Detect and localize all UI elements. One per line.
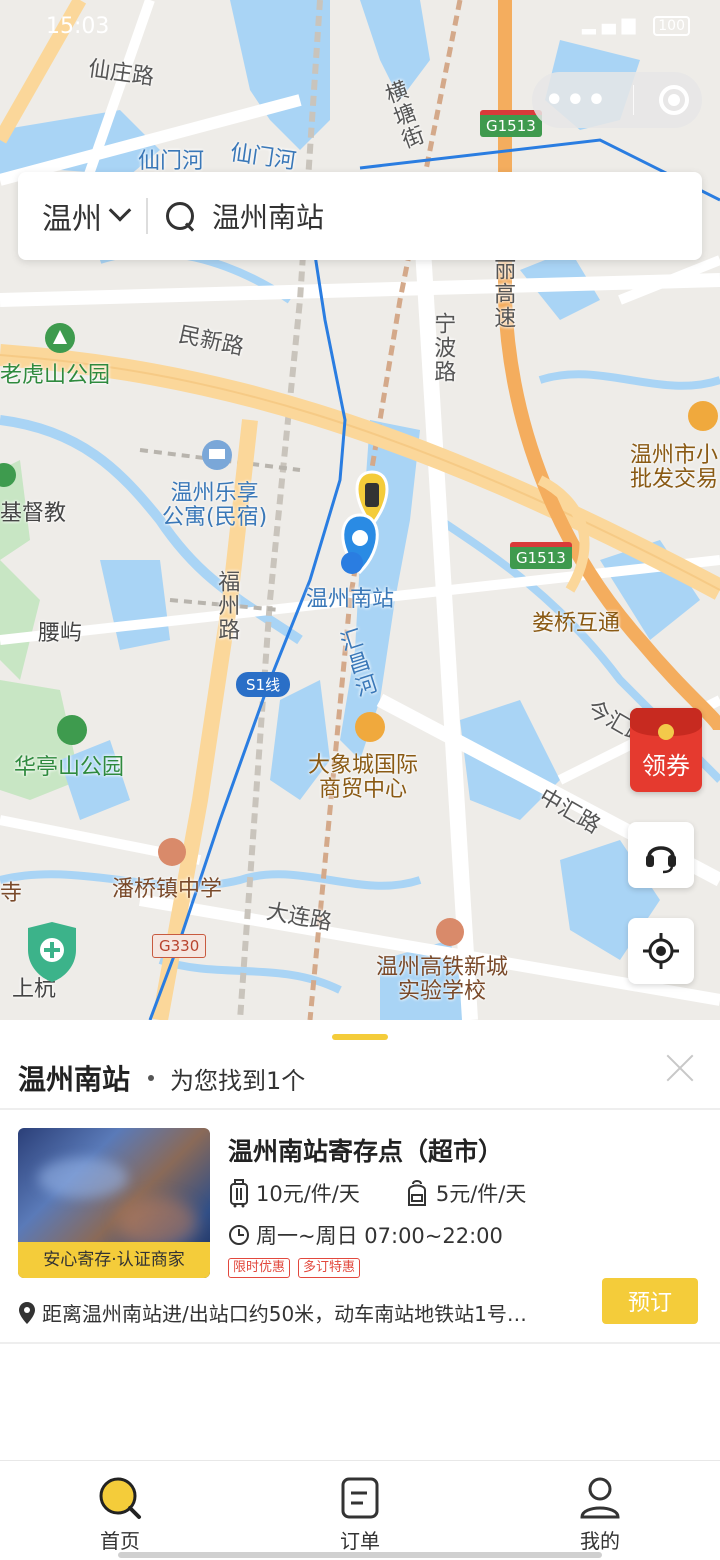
status-bar: 15:03 ▂▄▆ 100	[0, 0, 720, 56]
capsule-divider	[633, 85, 635, 115]
tab-mine-label: 我的	[580, 1529, 620, 1553]
promo-tag: 多订特惠	[298, 1258, 361, 1278]
divider	[0, 1342, 720, 1344]
home-indicator	[118, 1552, 602, 1558]
locate-button[interactable]	[628, 918, 694, 984]
search-field[interactable]	[148, 172, 702, 260]
tab-mine[interactable]: 我的	[480, 1461, 720, 1560]
status-icons: ▂▄▆ 100	[582, 14, 690, 36]
map-label-hs-school: 温州高铁新城 实验学校	[376, 955, 509, 1005]
map-label-louqiao-interchange: 娄桥互通	[532, 611, 621, 636]
map-base	[0, 0, 720, 1020]
coupon-button[interactable]: 领券	[630, 708, 702, 792]
search-icon	[166, 202, 194, 230]
map-label-laohushan-park: 老虎山公园	[0, 363, 111, 388]
tab-home[interactable]: 首页	[0, 1461, 240, 1560]
status-time: 15:03	[46, 14, 110, 39]
dot-separator	[148, 1075, 155, 1081]
hours-row: 周一~周日 07:00~22:00	[228, 1220, 503, 1250]
road-sign-g1513: G1513	[480, 110, 542, 137]
map-label-huatingshan-park: 华亭山公园	[14, 755, 125, 780]
map-label-wenzhou-south-station[interactable]: 温州南站	[306, 587, 394, 612]
signal-icon: ▂▄▆	[582, 14, 642, 35]
crosshair-icon	[643, 933, 679, 969]
more-icon[interactable]: •••	[545, 83, 609, 118]
city-selector[interactable]: 温州	[18, 172, 146, 260]
tab-bar: 首页 订单 我的	[0, 1460, 720, 1560]
map-label-si: 寺	[0, 881, 23, 906]
road-sign-s1-line: S1线	[236, 672, 291, 697]
storage-address: 距离温州南站进/出站口约50米，动车南站地铁站1号…	[42, 1302, 527, 1326]
address-row: 距离温州南站进/出站口约50米，动车南站地铁站1号…	[18, 1298, 578, 1327]
opening-hours: 周一~周日 07:00~22:00	[256, 1224, 503, 1248]
bag-price: 5元/件/天	[435, 1182, 527, 1206]
order-list-icon	[341, 1477, 379, 1519]
map-label-lexiang-apartment: 温州乐享 公寓(民宿)	[162, 481, 268, 531]
search-input[interactable]	[212, 199, 612, 233]
shield-icon	[28, 922, 76, 982]
close-miniprogram-icon[interactable]	[659, 85, 690, 115]
clock-icon	[229, 1225, 249, 1245]
city-name: 温州	[42, 202, 102, 237]
price-row: 10元/件/天 5元/件/天	[228, 1178, 570, 1208]
backpack-icon	[407, 1180, 426, 1206]
divider	[0, 1108, 720, 1110]
drag-handle[interactable]	[332, 1034, 388, 1040]
map-label-ningbo-road: 宁波路	[430, 312, 456, 384]
map-label-daxiangcheng: 大象城国际 商贸中心	[308, 753, 419, 803]
luggage-icon	[230, 1179, 248, 1208]
promo-tag: 限时优惠	[228, 1258, 291, 1278]
tab-home-label: 首页	[100, 1529, 140, 1553]
customer-service-button[interactable]	[628, 822, 694, 888]
book-button[interactable]: 预订	[602, 1278, 698, 1324]
map-label-fuzhou-road: 福州路	[214, 570, 240, 642]
storage-name: 温州南站寄存点（超市）	[228, 1137, 504, 1166]
search-bar: 温州	[18, 172, 702, 260]
storage-thumbnail: 安心寄存·认证商家	[18, 1128, 210, 1278]
safety-shield-button[interactable]	[22, 920, 82, 984]
tab-orders[interactable]: 订单	[240, 1461, 480, 1560]
map-view[interactable]: 仙庄路 仙门河 仙门河 横塘街 民新路 宁波路 丽高速 老虎山公园 基督教 温州…	[0, 0, 720, 1020]
map-label-panqiao-school: 潘桥镇中学	[112, 877, 223, 902]
chevron-down-icon	[108, 199, 132, 222]
map-label-market: 温州市小 批发交易	[630, 443, 719, 493]
coupon-label: 领券	[642, 752, 690, 780]
road-sign-g330: G330	[152, 934, 207, 958]
close-icon[interactable]	[662, 1050, 698, 1086]
result-count: 为您找到1个	[170, 1066, 306, 1095]
tab-orders-label: 订单	[340, 1529, 380, 1553]
miniprogram-capsule: •••	[532, 72, 702, 128]
promo-tags: 限时优惠 多订特惠	[228, 1258, 368, 1278]
map-label-yaoyu: 腰屿	[38, 621, 83, 646]
location-pin-icon	[19, 1301, 35, 1324]
user-icon	[580, 1477, 620, 1519]
map-label-jidujiao: 基督教	[0, 501, 67, 526]
map-label-xianmen-river: 仙门河	[138, 149, 205, 174]
road-sign-g1513: G1513	[510, 542, 572, 569]
luggage-price: 10元/件/天	[256, 1182, 360, 1206]
battery-icon: 100	[653, 16, 690, 36]
sheet-title: 温州南站	[18, 1063, 131, 1096]
storage-card[interactable]: 安心寄存·认证商家 温州南站寄存点（超市） 10元/件/天 5元/件/天 周一~…	[18, 1128, 702, 1328]
sheet-header: 温州南站 为您找到1个	[18, 1058, 305, 1098]
headset-icon	[646, 846, 676, 874]
certified-badge: 安心寄存·认证商家	[18, 1242, 210, 1278]
map-label-lishui-expressway: 丽高速	[490, 258, 516, 330]
search-home-icon	[99, 1477, 141, 1519]
